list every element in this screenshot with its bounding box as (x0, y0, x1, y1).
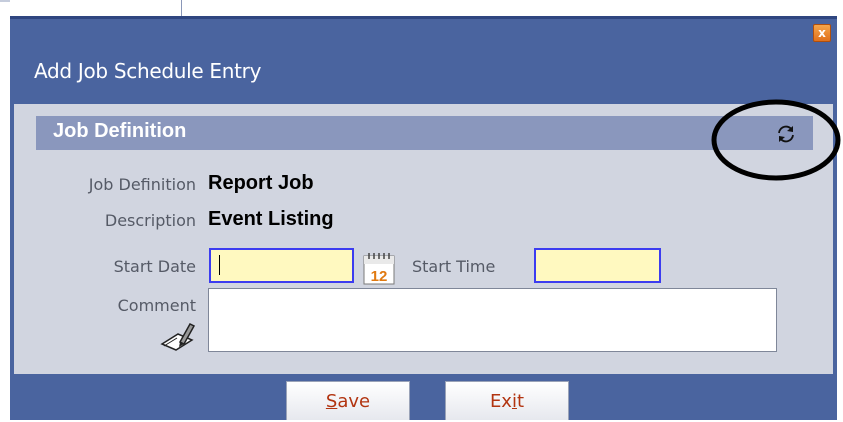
close-icon: x (818, 26, 826, 40)
section-title: Job Definition (53, 120, 187, 142)
note-pen-icon (160, 323, 196, 351)
text-caret (219, 255, 220, 275)
start-time-input[interactable] (534, 248, 661, 283)
start-time-label: Start Time (412, 257, 496, 276)
description-label: Description (104, 211, 196, 230)
background-edge (0, 0, 10, 2)
highlight-circle (711, 99, 841, 181)
exit-button[interactable]: Exit (445, 381, 569, 420)
start-date-label: Start Date (113, 257, 196, 276)
add-job-schedule-dialog: x Add Job Schedule Entry Job Definition … (0, 0, 843, 420)
job-definition-value: Report Job (208, 172, 314, 194)
calendar-icon[interactable]: 12 (361, 250, 397, 286)
background-divider (181, 0, 182, 16)
exit-button-label: Exit (489, 391, 525, 412)
dialog-title: Add Job Schedule Entry (34, 59, 262, 83)
job-definition-label: Job Definition (88, 175, 196, 194)
dialog-footer (14, 374, 833, 420)
comment-textarea[interactable] (208, 288, 777, 352)
comment-label: Comment (117, 296, 196, 315)
dialog-top-edge (10, 16, 837, 19)
calendar-icon-number: 12 (371, 268, 388, 285)
save-button[interactable]: Save (286, 381, 410, 420)
start-date-input[interactable] (209, 248, 354, 283)
description-value: Event Listing (208, 208, 334, 230)
save-button-label: Save (325, 391, 371, 412)
close-button[interactable]: x (813, 24, 831, 42)
